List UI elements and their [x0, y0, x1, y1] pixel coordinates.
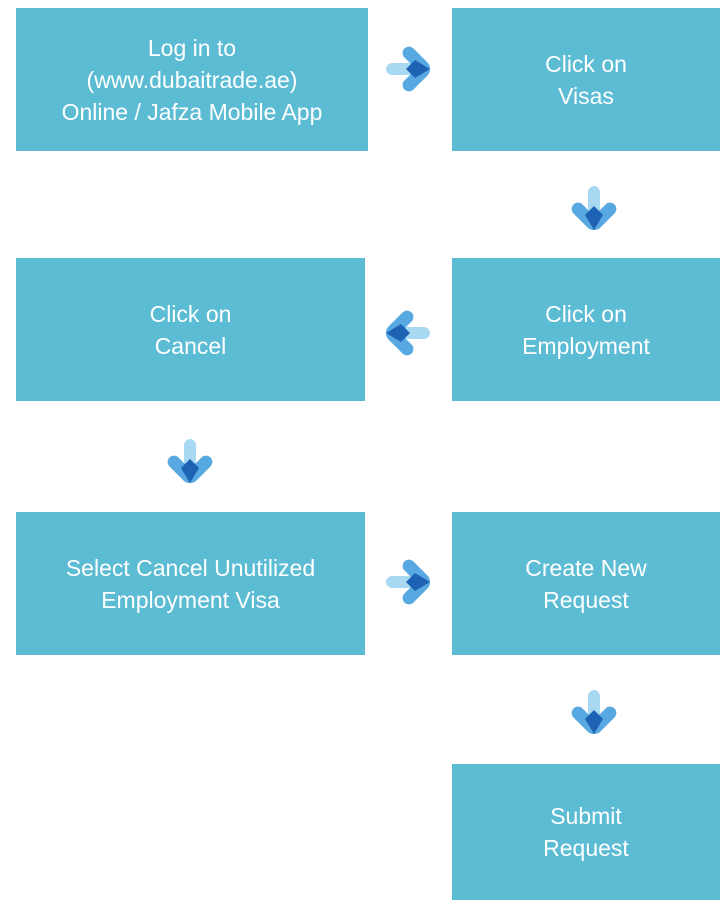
step-label: Click on Employment — [522, 300, 650, 359]
arrow-down-icon — [570, 184, 618, 232]
arrow-down-icon — [570, 688, 618, 736]
step-cancel: Click on Cancel — [16, 258, 365, 401]
step-visas: Click on Visas — [452, 8, 720, 151]
step-label: Select Cancel Unutilized Employment Visa — [65, 554, 316, 613]
step-login: Log in to (www.dubaitrade.ae) Online / J… — [16, 8, 368, 151]
step-submit-request: Submit Request — [452, 764, 720, 900]
arrow-down-icon — [166, 437, 214, 485]
step-create-new-request: Create New Request — [452, 512, 720, 655]
step-label: Create New Request — [525, 554, 647, 613]
arrow-right-icon — [384, 558, 432, 606]
step-label: Click on Visas — [545, 50, 627, 109]
arrow-right-icon — [384, 45, 432, 93]
step-select-cancel-unutilized: Select Cancel Unutilized Employment Visa — [16, 512, 365, 655]
arrow-left-icon — [384, 309, 432, 357]
step-label: Submit Request — [543, 803, 629, 861]
step-label: Log in to (www.dubaitrade.ae) Online / J… — [61, 34, 323, 125]
step-employment: Click on Employment — [452, 258, 720, 401]
step-label: Click on Cancel — [149, 300, 232, 359]
